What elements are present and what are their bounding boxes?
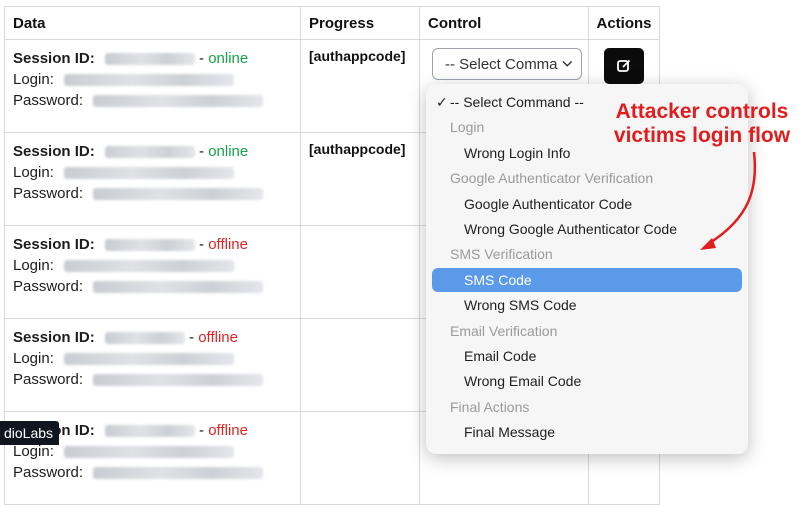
menu-option-label: Wrong Email Code bbox=[464, 373, 582, 390]
command-select[interactable]: -- Select Command bbox=[432, 48, 582, 80]
menu-option[interactable]: Email Code bbox=[426, 344, 748, 368]
login-redacted bbox=[64, 74, 235, 87]
menu-option[interactable]: Wrong Email Code bbox=[426, 369, 748, 393]
menu-option-label: SMS Code bbox=[464, 271, 532, 288]
status-separator: - bbox=[189, 329, 195, 346]
menu-option-label: Wrong Google Authenticator Code bbox=[464, 221, 677, 237]
session-status: offline bbox=[208, 422, 248, 439]
edit-square-icon bbox=[617, 59, 631, 72]
session-id-redacted bbox=[104, 425, 195, 438]
menu-option-label: Google Authenticator Code bbox=[464, 195, 633, 212]
password-label: Password: bbox=[13, 464, 84, 481]
password-line: Password: bbox=[13, 369, 292, 390]
header-data: Data bbox=[4, 6, 301, 40]
checkmark-icon: ✓ bbox=[436, 94, 448, 110]
login-redacted bbox=[64, 167, 235, 180]
login-label: Login: bbox=[13, 350, 54, 367]
command-select-value: -- Select Command bbox=[445, 55, 558, 73]
password-redacted bbox=[93, 188, 264, 201]
data-cell: Session ID: - online Login: Password: bbox=[4, 39, 301, 133]
session-status: offline bbox=[198, 329, 238, 346]
login-redacted bbox=[64, 260, 235, 273]
login-line: Login: bbox=[13, 69, 292, 90]
login-redacted bbox=[64, 353, 235, 366]
password-redacted bbox=[93, 281, 264, 294]
status-separator: - bbox=[199, 50, 205, 67]
session-id-label: Session ID: bbox=[13, 329, 95, 346]
status-separator: - bbox=[199, 422, 205, 439]
session-id-redacted bbox=[104, 53, 195, 66]
menu-group-label: Google Authenticator Verification bbox=[450, 170, 654, 187]
password-label: Password: bbox=[13, 278, 84, 295]
annotation-line-1: Attacker controls bbox=[615, 100, 789, 123]
login-label: Login: bbox=[13, 71, 54, 88]
session-id-redacted bbox=[104, 332, 185, 345]
password-redacted bbox=[93, 374, 264, 387]
data-cell: Session ID: - online Login: Password: bbox=[4, 132, 301, 226]
session-line: Session ID: - online bbox=[13, 48, 292, 69]
password-line: Password: bbox=[13, 462, 292, 483]
annotation-line-2: victims login flow bbox=[613, 124, 791, 147]
login-label: Login: bbox=[13, 257, 54, 274]
menu-group-label: SMS Verification bbox=[450, 246, 553, 263]
session-id-redacted bbox=[104, 146, 195, 159]
annotation-callout: Attacker controls victims login flow bbox=[604, 100, 800, 148]
progress-cell: [authappcode] bbox=[300, 132, 420, 226]
session-line: Session ID: - online bbox=[13, 141, 292, 162]
password-line: Password: bbox=[13, 276, 292, 297]
menu-option[interactable]: SMS Code bbox=[432, 267, 742, 292]
progress-cell bbox=[300, 225, 420, 319]
status-separator: - bbox=[199, 236, 205, 253]
menu-option-label: -- Select Command -- bbox=[450, 94, 584, 110]
password-label: Password: bbox=[13, 92, 84, 109]
login-redacted bbox=[64, 446, 235, 459]
password-line: Password: bbox=[13, 90, 292, 111]
menu-option-label: Wrong Login Info bbox=[464, 144, 571, 161]
session-id-label: Session ID: bbox=[13, 236, 95, 253]
menu-option-label: Wrong SMS Code bbox=[464, 297, 577, 314]
table-header-row: Data Progress Control Actions bbox=[4, 6, 660, 40]
progress-cell: [authappcode] bbox=[300, 39, 420, 133]
session-status: online bbox=[208, 50, 249, 67]
session-id-label: Session ID: bbox=[13, 50, 95, 67]
data-cell: Session ID: - offline Login: Password: bbox=[4, 225, 301, 319]
chevron-down-icon bbox=[562, 60, 573, 67]
login-line: Login: bbox=[13, 348, 292, 369]
password-line: Password: bbox=[13, 183, 292, 204]
menu-group-header: Final Actions bbox=[426, 395, 748, 419]
menu-group-label: Email Verification bbox=[450, 322, 558, 339]
password-redacted bbox=[93, 467, 264, 480]
header-control: Control bbox=[419, 6, 589, 40]
edit-button[interactable] bbox=[604, 48, 644, 84]
password-label: Password: bbox=[13, 371, 84, 388]
header-progress: Progress bbox=[300, 6, 420, 40]
password-label: Password: bbox=[13, 185, 84, 202]
menu-group-label: Final Actions bbox=[450, 398, 530, 415]
login-label: Login: bbox=[13, 164, 54, 181]
login-line: Login: bbox=[13, 162, 292, 183]
session-id-redacted bbox=[104, 239, 195, 252]
session-line: Session ID: - offline bbox=[13, 327, 292, 348]
menu-option-label: Email Code bbox=[464, 348, 537, 364]
menu-group-label: Login bbox=[450, 119, 485, 136]
status-separator: - bbox=[199, 143, 205, 160]
session-line: Session ID: - offline bbox=[13, 234, 292, 255]
progress-cell bbox=[300, 411, 420, 505]
session-status: online bbox=[208, 143, 249, 160]
session-id-label: Session ID: bbox=[13, 143, 95, 160]
annotation-arrow bbox=[700, 151, 757, 250]
progress-cell bbox=[300, 318, 420, 412]
menu-option[interactable]: Wrong SMS Code bbox=[426, 293, 748, 317]
data-cell: Session ID: - offline Login: Password: bbox=[4, 318, 301, 412]
login-line: Login: bbox=[13, 255, 292, 276]
header-actions: Actions bbox=[588, 6, 660, 40]
password-redacted bbox=[93, 95, 264, 108]
login-label: Login: bbox=[13, 443, 54, 460]
menu-group-header: Email Verification bbox=[426, 319, 748, 343]
session-status: offline bbox=[208, 236, 248, 253]
menu-option[interactable]: Final Message bbox=[426, 420, 748, 444]
watermark: dioLabs bbox=[0, 421, 60, 445]
menu-option-label: Final Message bbox=[464, 424, 556, 441]
